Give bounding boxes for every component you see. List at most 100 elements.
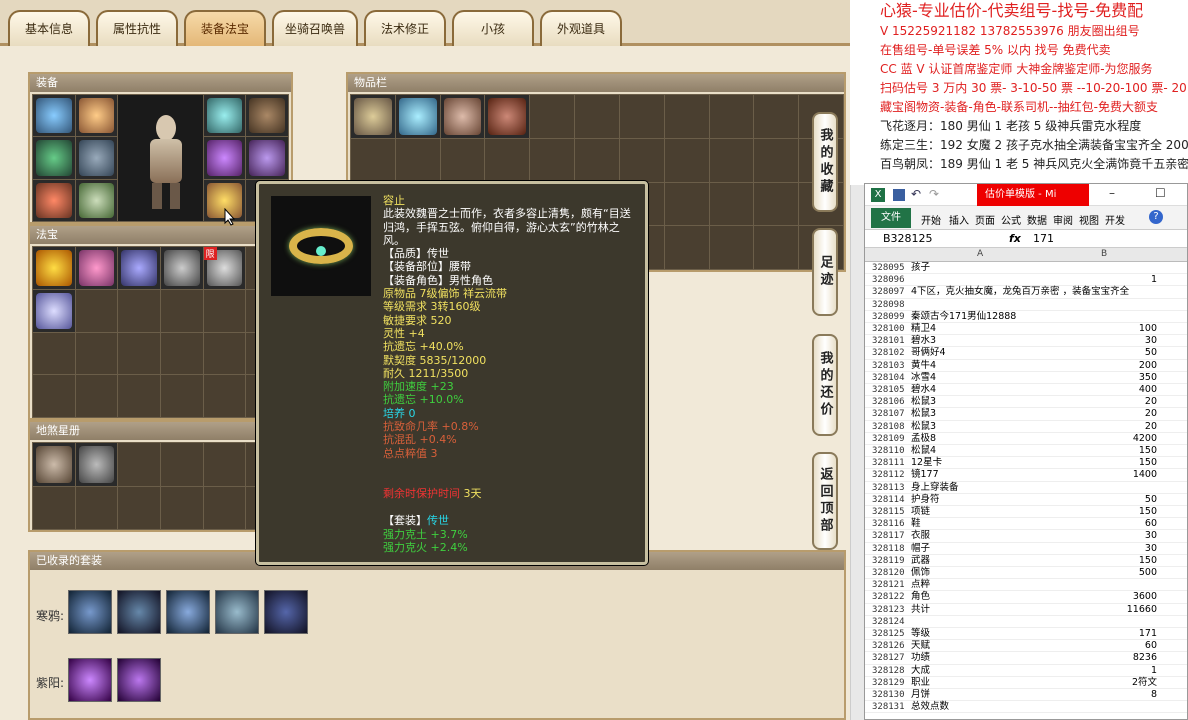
disha-slot[interactable]: [75, 486, 118, 529]
back-to-top-button[interactable]: 返回顶部: [812, 452, 838, 550]
sheet-row[interactable]: 328095 孩子: [865, 262, 1187, 275]
sheet-row[interactable]: 328129 职业 2符文: [865, 677, 1187, 689]
fabao-slot[interactable]: [75, 289, 118, 332]
sheet-row[interactable]: 328115 项链 150: [865, 506, 1187, 519]
equip-slot[interactable]: [75, 95, 118, 137]
sheet-row[interactable]: 328124: [865, 616, 1187, 628]
cell-a[interactable]: 孟极8: [911, 433, 936, 445]
cell-a[interactable]: 月饼: [911, 689, 930, 701]
suit-item[interactable]: [68, 658, 112, 702]
cell-b[interactable]: 30: [1145, 543, 1157, 555]
cell-b[interactable]: 150: [1139, 555, 1157, 567]
fabao-slot[interactable]: [118, 247, 160, 289]
cell-a[interactable]: 大成: [911, 665, 930, 677]
cell-a[interactable]: 碧水4: [911, 384, 936, 396]
my-favorites-button[interactable]: 我的收藏: [812, 112, 838, 212]
ribbon-tab[interactable]: 公式: [1001, 212, 1021, 227]
equip-slot[interactable]: [246, 137, 288, 179]
equip-slot[interactable]: [75, 179, 118, 221]
disha-slot[interactable]: [203, 443, 246, 486]
sheet-row[interactable]: 328118 帽子 30: [865, 543, 1187, 555]
ribbon-tab[interactable]: 页面: [975, 212, 995, 227]
fabao-slot[interactable]: [161, 289, 203, 332]
cell-b[interactable]: 8236: [1133, 652, 1157, 664]
ribbon-tab[interactable]: 视图: [1079, 212, 1099, 227]
column-header-a[interactable]: A: [977, 249, 983, 259]
sheet-row[interactable]: 328096 1: [865, 274, 1187, 287]
save-icon[interactable]: [893, 189, 905, 201]
cell-b[interactable]: 20: [1145, 408, 1157, 420]
equip-slot[interactable]: [203, 137, 246, 179]
cell-b[interactable]: 60: [1145, 518, 1157, 530]
cell-b[interactable]: 150: [1139, 457, 1157, 469]
help-icon[interactable]: ?: [1149, 210, 1163, 224]
minimize-icon[interactable]: –: [1109, 186, 1115, 200]
sheet-row[interactable]: 328113 身上穿装备: [865, 482, 1187, 494]
sheet-row[interactable]: 328109 孟极8 4200: [865, 433, 1187, 445]
name-box[interactable]: B328125: [883, 232, 933, 245]
fabao-slot[interactable]: [203, 375, 246, 417]
suit-item[interactable]: [117, 658, 161, 702]
cell-a[interactable]: 等级: [911, 628, 930, 640]
cell-a[interactable]: 孩子: [911, 262, 930, 274]
cell-a[interactable]: 项链: [911, 506, 930, 518]
sheet-row[interactable]: 328123 共计 11660: [865, 604, 1187, 616]
cell-a[interactable]: 武器: [911, 555, 930, 567]
inventory-slot[interactable]: [575, 138, 619, 182]
inventory-slot[interactable]: [530, 138, 575, 182]
inventory-slot[interactable]: [664, 226, 709, 269]
inventory-slot[interactable]: [754, 138, 799, 182]
sheet-row[interactable]: 328106 松鼠3 20: [865, 396, 1187, 409]
sheet-row[interactable]: 328127 功绩 8236: [865, 652, 1187, 665]
sheet-row[interactable]: 328119 武器 150: [865, 555, 1187, 567]
cell-b[interactable]: 200: [1139, 360, 1157, 372]
sheet-row[interactable]: 328100 精卫4 100: [865, 323, 1187, 336]
cell-b[interactable]: 150: [1139, 506, 1157, 518]
cell-b[interactable]: 50: [1145, 494, 1157, 506]
disha-slot[interactable]: [75, 443, 118, 486]
cell-b[interactable]: 1400: [1133, 469, 1157, 481]
ribbon-tab[interactable]: 插入: [949, 212, 969, 227]
sheet-row[interactable]: 328104 冰雪4 350: [865, 372, 1187, 384]
sheet-row[interactable]: 328125 等级 171: [865, 628, 1187, 641]
inventory-slot[interactable]: [395, 95, 440, 138]
disha-slot[interactable]: [33, 443, 75, 486]
ribbon-tab[interactable]: 审阅: [1053, 212, 1073, 227]
inventory-slot[interactable]: [754, 226, 799, 269]
fabao-slot[interactable]: [118, 375, 160, 417]
tab-attributes[interactable]: 属性抗性: [96, 10, 178, 46]
sheet-row[interactable]: 328131 总效点数: [865, 701, 1187, 714]
disha-slot[interactable]: [203, 486, 246, 529]
disha-slot[interactable]: [161, 486, 203, 529]
inventory-slot[interactable]: [440, 138, 485, 182]
my-offers-button[interactable]: 我的还价: [812, 334, 838, 436]
cell-b[interactable]: 4200: [1133, 433, 1157, 445]
ribbon-tab[interactable]: 开始: [921, 212, 941, 227]
fabao-slot[interactable]: [118, 289, 160, 332]
tab-mounts[interactable]: 坐骑召唤兽: [272, 10, 358, 46]
fabao-slot[interactable]: [75, 247, 118, 289]
inventory-slot[interactable]: [485, 138, 530, 182]
equip-slot[interactable]: [203, 95, 246, 137]
cell-a[interactable]: 松鼠4: [911, 445, 936, 457]
cell-b[interactable]: 60: [1145, 640, 1157, 652]
inventory-slot[interactable]: [440, 95, 485, 138]
sheet-row[interactable]: 328102 哥俩好4 50: [865, 347, 1187, 360]
cell-a[interactable]: 职业: [911, 677, 930, 689]
sheet-row[interactable]: 328103 黄牛4 200: [865, 360, 1187, 372]
cell-a[interactable]: 总效点数: [911, 701, 949, 713]
suit-item[interactable]: [68, 590, 112, 634]
inventory-slot[interactable]: [709, 95, 754, 138]
inventory-slot[interactable]: [619, 95, 664, 138]
inventory-slot[interactable]: [619, 138, 664, 182]
cell-a[interactable]: 松鼠3: [911, 408, 936, 420]
inventory-slot[interactable]: [709, 138, 754, 182]
equip-slot[interactable]: [75, 137, 118, 179]
inventory-slot[interactable]: [754, 95, 799, 138]
cell-b[interactable]: 30: [1145, 530, 1157, 542]
fabao-slot[interactable]: [118, 332, 160, 375]
fabao-slot[interactable]: [75, 332, 118, 375]
inventory-slot[interactable]: [754, 182, 799, 226]
cell-b[interactable]: 20: [1145, 396, 1157, 408]
sheet-row[interactable]: 328116 鞋 60: [865, 518, 1187, 531]
